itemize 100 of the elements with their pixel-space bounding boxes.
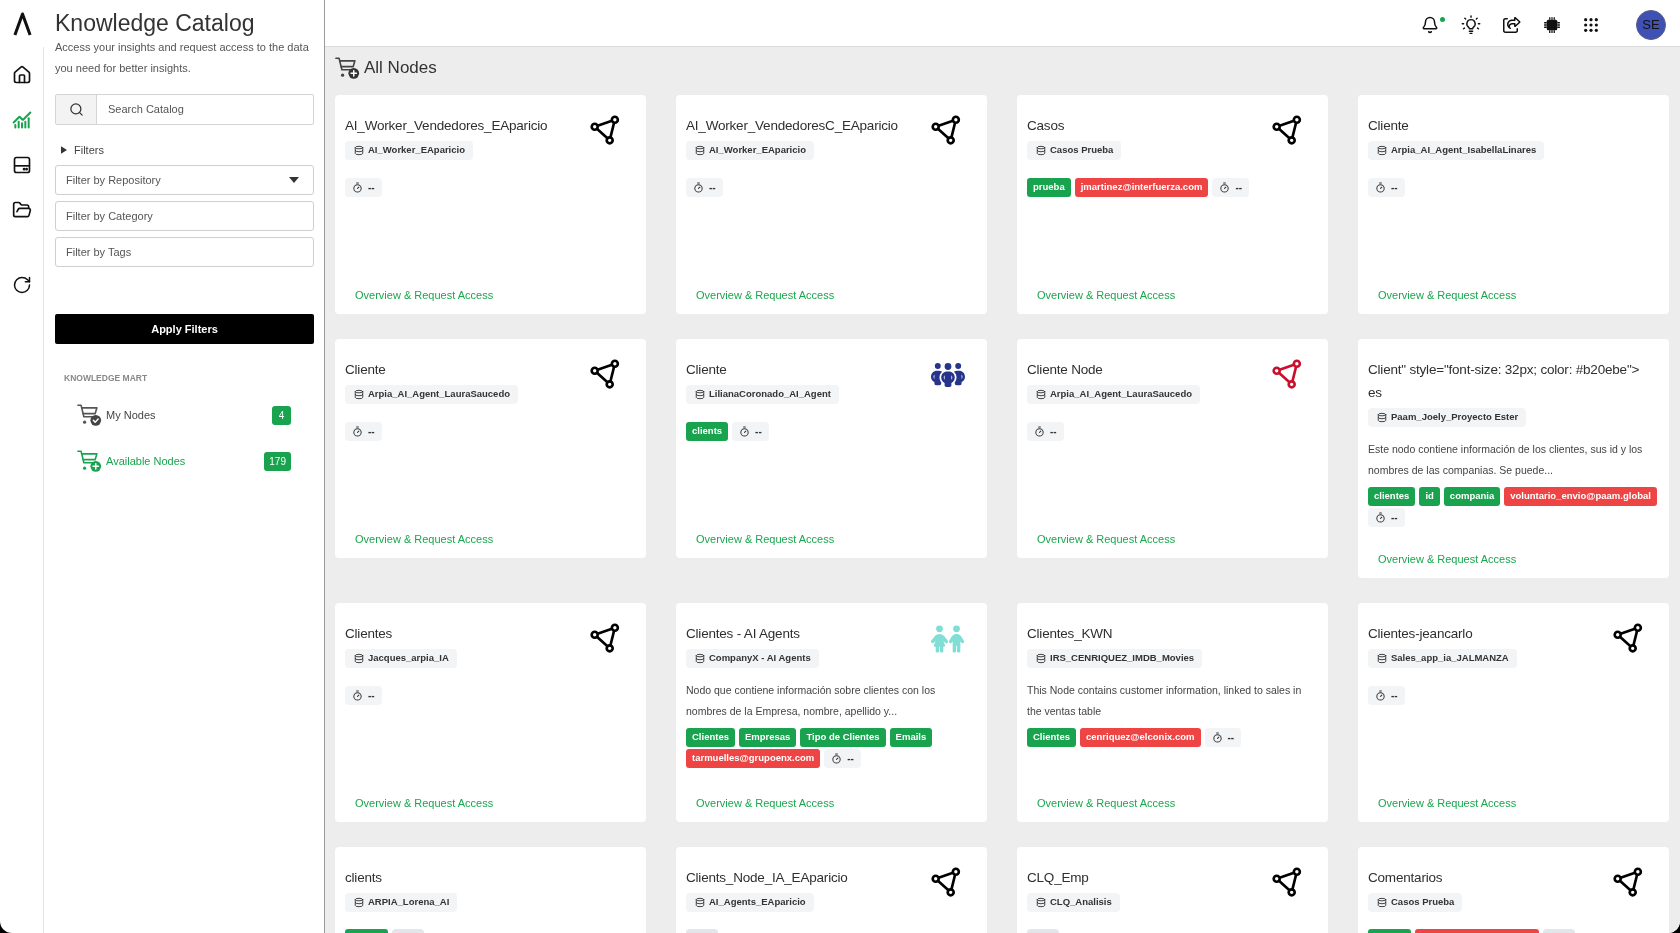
card-title: Casos (1027, 117, 1065, 135)
repository-name: Paam_Joely_Proyecto Ester (1391, 410, 1519, 425)
card-description: Este nodo contiene información de los clientes, sus id y los nombres de las companias. Se puede... (1368, 442, 1644, 478)
repository-name: AI_Worker_EAparicio (368, 143, 465, 158)
repository-name: Casos Prueba (1050, 143, 1114, 158)
database-icon (1036, 653, 1046, 664)
repository-name: CLQ_Analisis (1050, 895, 1112, 910)
folder-icon[interactable] (11, 200, 32, 220)
search-field[interactable]: Search Catalog (55, 94, 314, 125)
tag: voluntario_envio@paam.global (1504, 487, 1657, 506)
tag: tarmuelles@grupoenx.com (686, 749, 821, 768)
overview-link[interactable]: Overview & Request Access (355, 796, 494, 810)
card-title: Cliente (686, 361, 727, 379)
timer-value: -- (368, 181, 375, 195)
card-title: Cliente (1368, 117, 1409, 135)
count-badge: 4 (272, 405, 291, 425)
timer-value: -- (368, 689, 375, 703)
cart-check-icon (77, 403, 102, 427)
overview-link[interactable]: Overview & Request Access (696, 288, 835, 302)
timer-value: -- (755, 425, 762, 439)
home-icon[interactable] (11, 65, 32, 85)
repository-name: Jacques_arpia_IA (368, 651, 449, 666)
timer-value: -- (1391, 689, 1398, 703)
catalog-title: Knowledge Catalog (55, 9, 256, 37)
database-icon (1377, 412, 1387, 423)
card-title: Comentarios (1368, 869, 1443, 887)
stopwatch-icon (831, 753, 843, 764)
database-icon (1377, 653, 1387, 664)
stopwatch-icon (1375, 512, 1386, 523)
apps-grid-icon[interactable] (1583, 17, 1599, 33)
tag: clients (686, 422, 729, 441)
cpu-chip-icon[interactable] (1543, 16, 1561, 34)
refresh-icon[interactable] (11, 275, 32, 295)
card-title: Clientes-jeancarlo (1368, 625, 1473, 643)
card-title: Cliente Node (1027, 361, 1103, 379)
repository-name: LilianaCoronado_AI_Agent (709, 387, 831, 402)
overview-link[interactable]: Overview & Request Access (1037, 288, 1176, 302)
nav-link[interactable]: Available Nodes (106, 452, 186, 470)
card-title: Clientes_KWN (1027, 625, 1113, 643)
section-heading: KNOWLEDGE MART (63, 372, 149, 384)
overview-link[interactable]: Overview & Request Access (1378, 552, 1517, 566)
database-icon (354, 145, 364, 156)
panel-icon[interactable] (11, 155, 32, 175)
timer-value: -- (1391, 511, 1398, 525)
user-avatar[interactable]: SE (1636, 10, 1666, 40)
tag: Clientes (686, 728, 735, 747)
stopwatch-icon (1211, 732, 1223, 743)
database-icon (354, 897, 364, 908)
stopwatch-icon (352, 690, 363, 701)
filter-select[interactable]: Filter by Repository (55, 165, 314, 195)
database-icon (1377, 145, 1387, 156)
filter-input-field[interactable]: Filter by Tags (55, 237, 314, 267)
overview-link[interactable]: Overview & Request Access (696, 532, 835, 546)
tag: Emails (889, 728, 933, 747)
timer-value: -- (709, 181, 716, 195)
database-icon (354, 389, 364, 400)
database-icon (695, 897, 705, 908)
apply-filters-button[interactable]: Apply Filters (55, 314, 314, 344)
stopwatch-icon (1375, 182, 1386, 193)
timer-value: -- (368, 425, 375, 439)
tag: Clientes (1027, 728, 1076, 747)
tag: Empresas (738, 728, 797, 747)
timer-value: -- (1235, 181, 1243, 195)
database-icon (1036, 389, 1046, 400)
overview-link[interactable]: Overview & Request Access (1378, 796, 1517, 810)
count-badge: 179 (264, 451, 291, 471)
tag: compania (1443, 487, 1501, 506)
search-input[interactable]: Search Catalog (97, 95, 313, 124)
timer-value: -- (847, 752, 854, 766)
card-title: Cliente (345, 361, 386, 379)
overview-link[interactable]: Overview & Request Access (355, 532, 494, 546)
bell-icon[interactable] (1421, 16, 1439, 34)
overview-link[interactable]: Overview & Request Access (696, 796, 835, 810)
tag: jmartinez@interfuerza.com (1074, 178, 1209, 197)
share-icon[interactable] (1503, 16, 1521, 34)
repository-name: Sales_app_ia_JALMANZA (1391, 651, 1509, 666)
timer-value: -- (1050, 425, 1057, 439)
search-icon (68, 102, 84, 117)
overview-link[interactable]: Overview & Request Access (1037, 532, 1176, 546)
bar-chart-icon[interactable] (11, 110, 32, 130)
timer-value: -- (1391, 181, 1398, 195)
lightbulb-icon[interactable] (1461, 15, 1481, 35)
tag: cenriquez@elconix.com (1079, 728, 1201, 747)
repository-name: ARPIA_Lorena_AI (368, 895, 450, 910)
stopwatch-icon (1375, 690, 1386, 701)
overview-link[interactable]: Overview & Request Access (1037, 796, 1176, 810)
repository-name: Arpia_AI_Agent_LauraSaucedo (1050, 387, 1192, 402)
stopwatch-icon (352, 426, 363, 437)
repository-name: AI_Worker_EAparicio (709, 143, 806, 158)
card-title: CLQ_Emp (1027, 869, 1089, 887)
overview-link[interactable]: Overview & Request Access (355, 288, 494, 302)
card-title: Clientes (345, 625, 393, 643)
nav-link[interactable]: My Nodes (106, 406, 156, 424)
card-title: AI_Worker_VendedoresC_EAparicio (686, 117, 898, 135)
filter-input-field[interactable]: Filter by Category (55, 201, 314, 231)
filters-toggle[interactable]: Filters (55, 141, 104, 159)
database-icon (695, 389, 705, 400)
overview-link[interactable]: Overview & Request Access (1378, 288, 1517, 302)
card-title: Client" style="font-size: 32px; color: #b20ebe"> es (1368, 361, 1641, 402)
card-title: Clientes - AI Agents (686, 625, 800, 643)
